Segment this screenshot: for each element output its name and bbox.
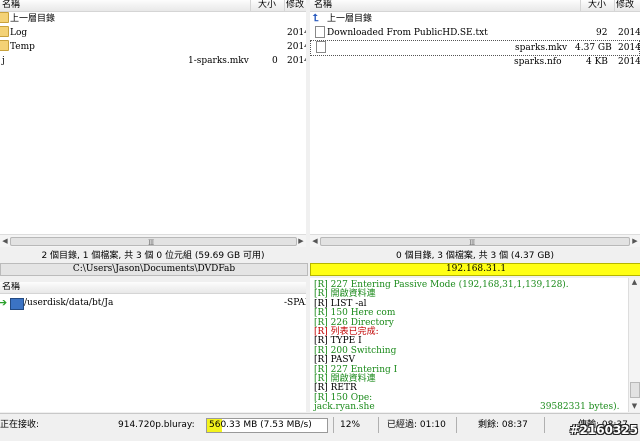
folder-icon [0,40,9,51]
local-status-text: 2 個目錄, 1 個檔案, 共 3 個 0 位元組 (59.69 GB 可用) [41,251,265,261]
transfer-progress-bar: 560.33 MB (7.53 MB/s) [206,418,328,433]
grip-icon: III [469,239,475,247]
remote-status-text: 0 個目錄, 3 個檔案, 共 3 個 (4.37 GB) [396,251,554,261]
folder-icon [0,26,9,37]
local-horizontal-scrollbar[interactable]: ◀ III ▶ [0,234,306,247]
remaining-time: 剩餘: 08:37 [478,420,528,430]
local-col-modified[interactable]: 修改 [286,0,304,11]
remote-row-parent[interactable]: ⮤ 上一層目錄 [310,12,640,26]
drive-icon [10,298,24,310]
log-line-tail: 39582331 bytes). [540,402,620,412]
text-file-icon [315,26,325,38]
transfer-status-bar: 正在接收: 914.720p.bluray: 560.33 MB (7.53 M… [0,413,640,441]
local-row-log[interactable]: Log 2014 [0,26,306,40]
local-row-file[interactable]: j 1-sparks.mkv 0 2014 [0,54,306,68]
receiving-label: 正在接收: [0,420,40,430]
remote-row-nfo[interactable]: sparks.nfo 4 KB 2014/5 [310,55,640,69]
queue-list-header: 名稱 [0,282,306,294]
remote-row-mkv[interactable]: sparks.mkv 4.37 GB 2014/5 [310,40,640,56]
remote-horizontal-scrollbar[interactable]: ◀ III ▶ [310,234,640,247]
log-panel[interactable]: [R] 227 Entering Passive Mode (192,168,3… [310,278,640,412]
scroll-left-icon[interactable]: ◀ [310,235,320,247]
local-list-header: 名稱 大小 修改 [0,0,306,12]
progress-text: 560.33 MB (7.53 MB/s) [209,420,312,430]
local-col-name[interactable]: 名稱 [2,0,20,11]
scroll-left-icon[interactable]: ◀ [0,235,10,247]
remote-file-list[interactable]: 名稱 大小 修改 ⮤ 上一層目錄 Downloaded From PublicH… [310,0,640,234]
scroll-thumb[interactable]: III [320,237,630,247]
remote-row-txt[interactable]: Downloaded From PublicHD.SE.txt 92 2014/… [310,26,640,40]
local-row-temp[interactable]: Temp 2014 [0,40,306,54]
arrow-up-icon: ⮤ [313,13,319,24]
scroll-thumb[interactable] [630,382,640,398]
remote-list-header: 名稱 大小 修改 [310,0,640,12]
transfer-arrow-icon: ➔ [0,296,8,309]
local-file-list[interactable]: 名稱 大小 修改 上一層目錄 Log 2014 Temp 2014 j 1-sp… [0,0,306,236]
scroll-down-icon[interactable]: ▼ [629,402,640,412]
scroll-right-icon[interactable]: ▶ [630,235,640,247]
queue-row[interactable]: ➔ /userdisk/data/bt/Ja -SPAI [0,296,306,310]
queue-list[interactable]: 名稱 ➔ /userdisk/data/bt/Ja -SPAI [0,282,306,412]
receiving-file: 914.720p.bluray: [118,420,195,430]
local-col-size[interactable]: 大小 [258,0,276,11]
scroll-right-icon[interactable]: ▶ [296,235,306,247]
watermark-text: #2160325 [569,423,638,437]
log-line-text: jack.ryan.she [314,402,375,412]
queue-col-name[interactable]: 名稱 [2,282,20,293]
remote-col-size[interactable]: 大小 [588,0,606,11]
remote-col-name[interactable]: 名稱 [314,0,332,11]
grip-icon: III [148,239,154,247]
elapsed-time: 已經過: 01:10 [387,420,446,430]
log-vertical-scrollbar[interactable]: ▲ ▼ [628,278,640,412]
video-file-icon [316,41,326,53]
local-path: C:\Users\Jason\Documents\DVDFab [0,263,308,276]
scroll-up-icon[interactable]: ▲ [629,278,640,288]
percent-text: 12% [340,420,361,430]
log-line: jack.ryan.she 39582331 bytes). [314,402,619,412]
local-row-parent[interactable]: 上一層目錄 [0,12,306,26]
scroll-thumb[interactable]: III [10,237,297,247]
remote-col-modified[interactable]: 修改 [616,0,634,11]
remote-address: 192.168.31.1 [310,263,640,276]
folder-up-icon [0,12,9,23]
